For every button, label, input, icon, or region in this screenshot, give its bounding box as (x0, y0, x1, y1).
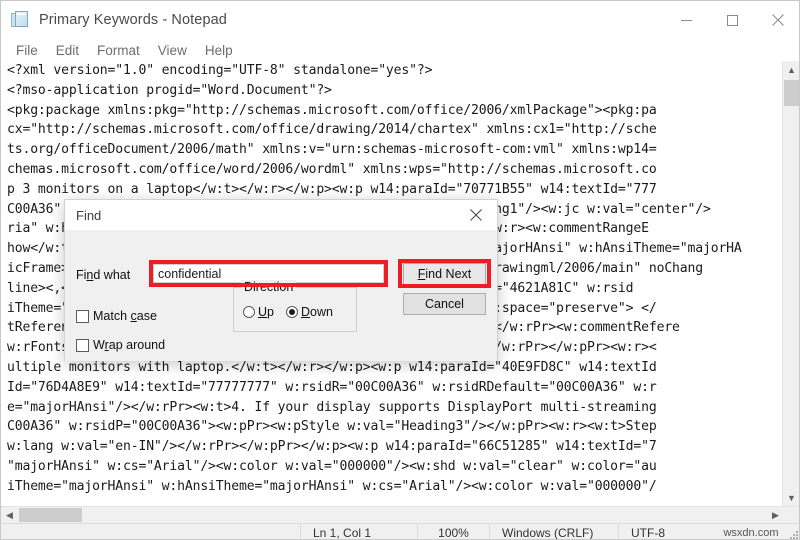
resize-grip[interactable] (789, 530, 799, 539)
window-title: Primary Keywords - Notepad (39, 12, 227, 28)
vertical-scrollbar[interactable]: ▲ ▼ (782, 61, 799, 506)
notepad-icon (11, 11, 29, 29)
status-line-ending: Windows (CRLF) (489, 524, 618, 539)
text-line: <?xml version="1.0" encoding="UTF-8" sta… (7, 63, 433, 78)
direction-down-label: own (310, 305, 333, 319)
find-dialog-title: Find (76, 207, 102, 223)
menu-bar: File Edit Format View Help (1, 39, 799, 61)
text-line: <pkg:package xmlns:pkg="http://schemas.m… (7, 102, 657, 118)
radio-circle-filled-icon (285, 306, 298, 318)
status-encoding: UTF-8 (618, 524, 701, 539)
direction-down-accel: D (300, 305, 311, 319)
scrollbar-corner (784, 507, 799, 523)
match-case-checkbox[interactable]: Match case (76, 309, 157, 323)
scroll-left-icon[interactable]: ◀ (1, 507, 18, 523)
direction-radio-down[interactable]: Down (285, 305, 333, 319)
text-line: ts.org/officeDocument/2006/math" xmlns:v… (7, 142, 657, 158)
find-what-label-post: d what (93, 268, 131, 282)
menu-item-help[interactable]: Help (196, 41, 242, 60)
radio-circle-icon (243, 306, 255, 318)
text-line: iTheme="majorHAnsi" w:hAnsiTheme="majorH… (7, 478, 657, 494)
text-line: C00A36" w:rsidP="00C00A36"><w:pPr><w:pSt… (7, 419, 657, 435)
find-next-accel: F (417, 267, 426, 281)
find-dialog-titlebar: Find (65, 200, 497, 230)
checkbox-square-icon (76, 309, 89, 323)
text-line: p 3 monitors on a laptop</w:t></w:r></w:… (7, 181, 657, 197)
status-zoom-level: 100% (417, 524, 489, 539)
scroll-up-icon[interactable]: ▲ (783, 61, 799, 78)
find-next-label: ind Next (425, 267, 472, 281)
wrap-around-label-pre: W (93, 338, 105, 352)
direction-radio-up[interactable]: Up (243, 305, 274, 319)
status-bar: Ln 1, Col 1 100% Windows (CRLF) UTF-8 ws… (1, 523, 799, 539)
checkbox-square-icon (76, 338, 89, 352)
horizontal-scrollbar[interactable]: ◀ ▶ (1, 506, 799, 523)
cancel-button[interactable]: Cancel (403, 293, 486, 315)
match-case-label-post: ase (136, 309, 157, 323)
wrap-around-checkbox[interactable]: Wrap around (76, 338, 165, 352)
scroll-right-icon[interactable]: ▶ (767, 507, 784, 523)
menu-item-format[interactable]: Format (88, 41, 149, 60)
find-dialog-close-button[interactable] (455, 200, 497, 229)
find-next-button[interactable]: Find Next (403, 263, 486, 285)
watermark-label: wsxdn.com (723, 526, 779, 539)
status-cursor-position: Ln 1, Col 1 (300, 524, 417, 539)
text-line: <?mso-application progid="Word.Document"… (7, 82, 332, 98)
minimize-button[interactable] (663, 1, 709, 39)
direction-up-accel: U (258, 305, 268, 319)
text-line: w:lang w:val="en-IN"/></w:rPr></w:pPr></… (7, 439, 657, 455)
menu-item-file[interactable]: File (7, 41, 47, 60)
direction-group: Direction Up Down (233, 280, 357, 332)
vertical-scroll-thumb[interactable] (784, 80, 799, 106)
maximize-button[interactable] (709, 1, 755, 39)
scroll-down-icon[interactable]: ▼ (783, 489, 799, 506)
text-line: cx="http://schemas.microsoft.com/office/… (7, 122, 657, 138)
wrap-around-label-post: ap around (108, 338, 166, 352)
match-case-label-pre: Match (93, 309, 131, 323)
text-line: "majorHAnsi" w:cs="Arial"/><w:color w:va… (7, 458, 657, 474)
text-line: chemas.microsoft.com/office/word/2006/wo… (7, 161, 657, 177)
window-titlebar: Primary Keywords - Notepad (1, 1, 799, 39)
direction-legend: Direction (241, 280, 297, 294)
find-dialog-body: Find what Find Next Cancel Direction Up (65, 230, 497, 361)
find-dialog: Find Find what Find Next Cancel Directio… (64, 199, 498, 361)
notepad-window: Primary Keywords - Notepad File Edit For… (0, 0, 800, 540)
text-line: e="majorHAnsi"/></w:rPr><w:t>4. If your … (7, 399, 657, 415)
direction-radio-row: Up Down (243, 305, 333, 319)
direction-up-label: p (267, 305, 274, 319)
window-controls (663, 1, 799, 39)
find-what-label-pre: Fi (76, 268, 87, 282)
menu-item-view[interactable]: View (149, 41, 196, 60)
find-what-label: Find what (76, 268, 130, 282)
horizontal-scroll-thumb[interactable] (19, 508, 82, 522)
close-window-button[interactable] (755, 1, 799, 39)
menu-item-edit[interactable]: Edit (47, 41, 88, 60)
text-line: Id="76D4A8E9" w14:textId="77777777" w:rs… (7, 379, 657, 395)
